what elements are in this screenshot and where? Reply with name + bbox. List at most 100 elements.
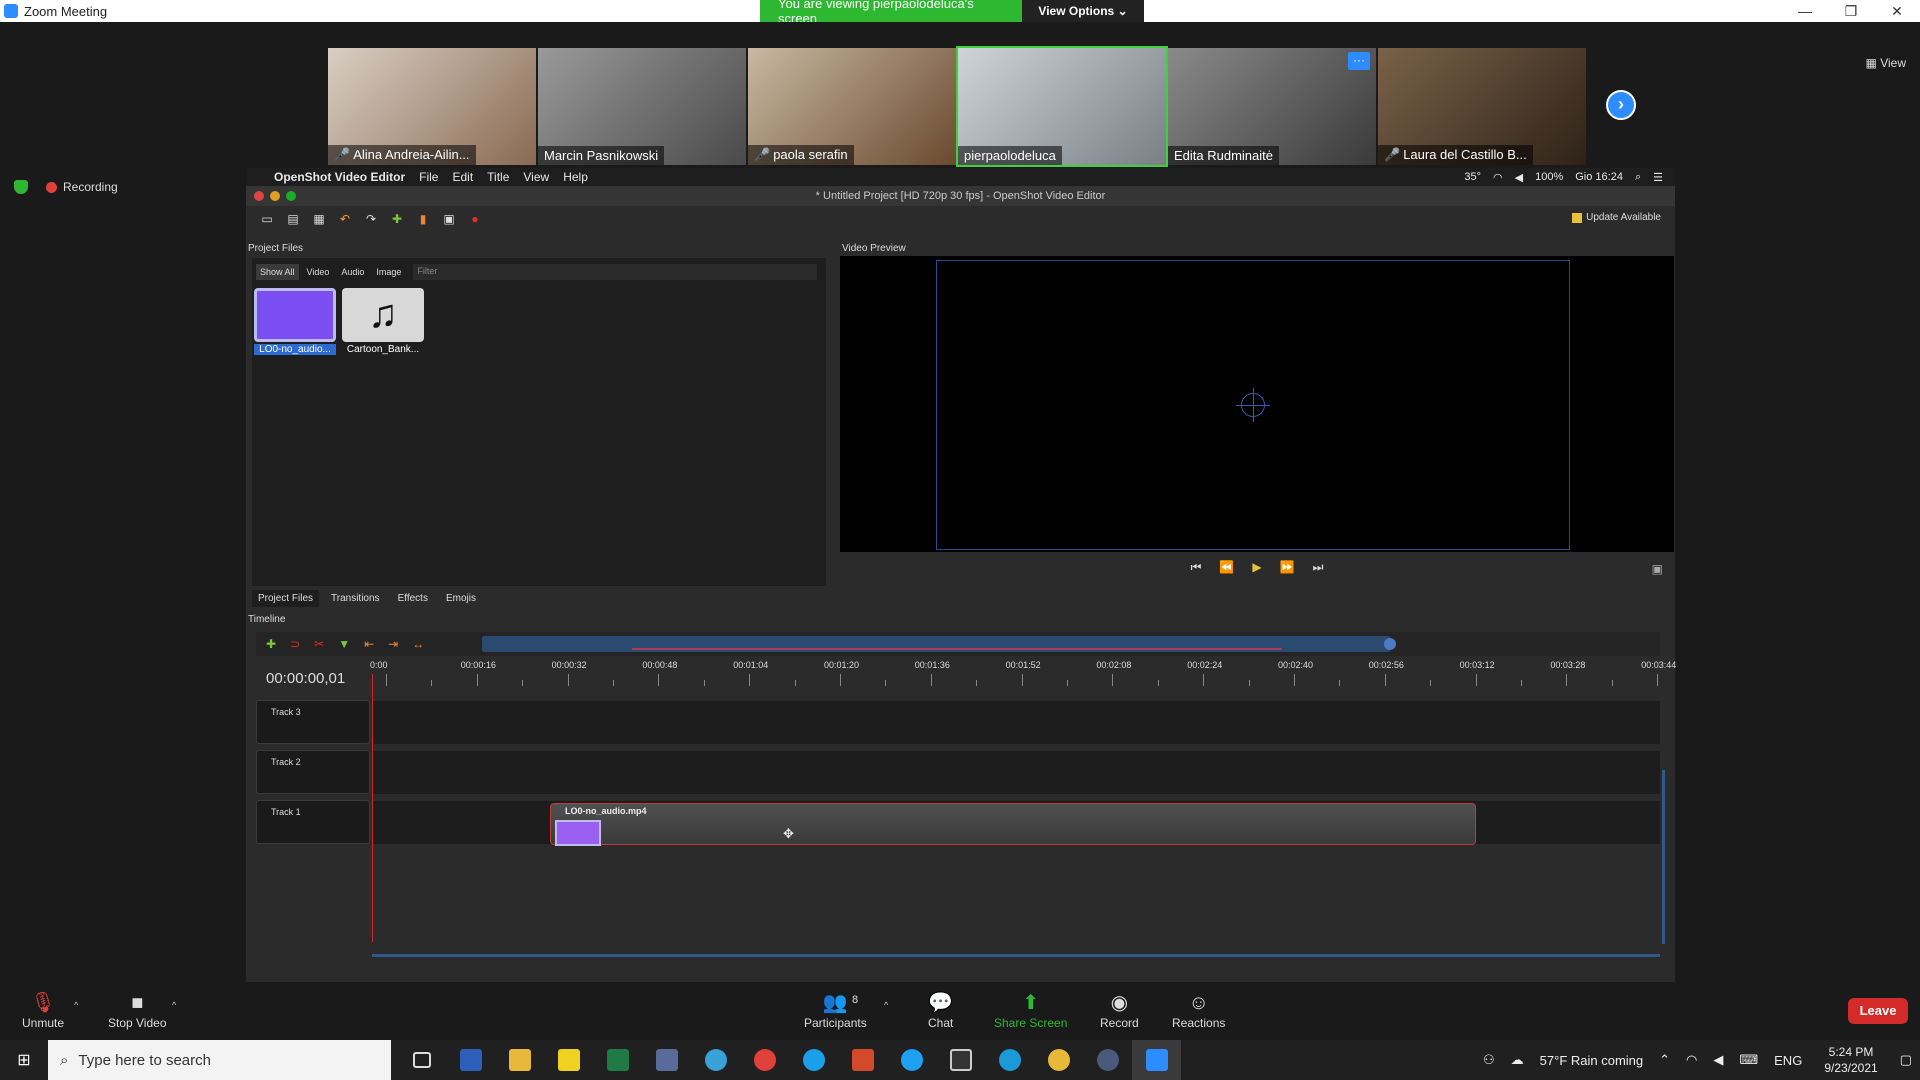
participant-thumb[interactable]: 🎤 paola serafin [748,48,956,165]
track-name[interactable]: Track 1 [256,800,370,844]
audio-caret-icon[interactable]: ^ [74,1000,78,1010]
rewind-icon[interactable]: ⏪ [1219,560,1234,575]
weather-icon[interactable]: ☁ [1511,1052,1524,1068]
menu-title[interactable]: Title [487,170,509,184]
record-button[interactable]: ◉ Record [1100,992,1139,1030]
participant-thumb[interactable]: 🎤 Laura del Castillo B... [1378,48,1586,165]
taskbar-search[interactable]: ⌕ Type here to search [48,1040,391,1080]
camera-app-icon[interactable] [936,1040,985,1080]
view-options-button[interactable]: View Options ⌄ [1022,0,1144,22]
notifications-icon[interactable]: ▢ [1900,1052,1912,1068]
edge-icon[interactable] [985,1040,1034,1080]
minimize-icon[interactable]: — [1782,0,1828,22]
menu-edit[interactable]: Edit [452,170,473,184]
twitter-icon[interactable] [887,1040,936,1080]
skype-icon[interactable] [789,1040,838,1080]
track-lane[interactable]: LO0-no_audio.mp4 ✥ [372,800,1660,846]
close-dot-icon[interactable] [254,191,264,201]
menu-view[interactable]: View [523,170,549,184]
people-icon[interactable]: ⚇ [1483,1052,1495,1068]
track-name[interactable]: Track 2 [256,750,370,794]
word-icon[interactable] [446,1040,495,1080]
timeline-zoom-slider[interactable] [482,636,1396,652]
save-project-icon[interactable]: ▦ [312,212,326,226]
filter-video[interactable]: Video [303,264,334,280]
chrome-alt-icon[interactable] [1034,1040,1083,1080]
keyboard-icon[interactable]: ⌨ [1739,1052,1758,1068]
redo-icon[interactable]: ↷ [364,212,378,226]
view-button[interactable]: ▦ View [1866,56,1906,70]
add-marker-icon[interactable]: ▼ [338,637,350,651]
powerpoint-icon[interactable] [838,1040,887,1080]
language-indicator[interactable]: ENG [1774,1053,1802,1068]
track-lane[interactable] [372,700,1660,744]
import-files-icon[interactable]: ✚ [390,212,404,226]
sticky-notes-icon[interactable] [544,1040,593,1080]
previous-marker-icon[interactable]: ⇤ [364,637,374,651]
play-icon[interactable]: ▶ [1252,560,1261,575]
vertical-scrollbar[interactable] [1662,770,1665,944]
snapping-icon[interactable]: ⊃ [290,637,300,651]
tab-transitions[interactable]: Transitions [325,590,386,607]
network-icon[interactable]: ◠ [1686,1052,1697,1068]
calculator-icon[interactable] [642,1040,691,1080]
jump-start-icon[interactable]: ⏮ [1191,560,1202,575]
participants-caret-icon[interactable]: ^ [884,1000,888,1010]
undo-icon[interactable]: ↶ [338,212,352,226]
file-item-video[interactable]: LO0-no_audio... [254,288,336,355]
playhead[interactable] [372,674,373,942]
taskbar-clock[interactable]: 5:24 PM 9/23/2021 [1824,1044,1877,1076]
task-view-icon[interactable] [397,1040,446,1080]
zoom-app-icon[interactable] [1132,1040,1181,1080]
preview-screen[interactable] [840,256,1674,552]
tab-effects[interactable]: Effects [392,590,434,607]
menu-help[interactable]: Help [563,170,588,184]
recording-indicator[interactable]: Recording [46,180,118,194]
open-project-icon[interactable]: ▤ [286,212,300,226]
filter-show-all[interactable]: Show All [256,264,299,280]
update-available[interactable]: Update Available [1572,212,1661,223]
timeline-clip[interactable]: LO0-no_audio.mp4 ✥ [550,803,1476,846]
crosshair-icon[interactable] [1236,388,1270,422]
tab-emojis[interactable]: Emojis [440,590,482,607]
excel-icon[interactable] [593,1040,642,1080]
new-project-icon[interactable]: ▭ [260,212,274,226]
profile-icon[interactable]: ▮ [416,212,430,226]
next-page-arrow-icon[interactable]: › [1606,90,1636,120]
filter-image[interactable]: Image [372,264,405,280]
export-video-icon[interactable]: ● [468,212,482,226]
next-marker-icon[interactable]: ⇥ [388,637,398,651]
speaker-icon[interactable]: ◀ [1713,1052,1723,1068]
restore-icon[interactable]: ❐ [1828,0,1874,22]
filter-audio[interactable]: Audio [337,264,368,280]
add-track-icon[interactable]: ✚ [266,637,276,651]
more-options-button[interactable]: ··· [1348,52,1370,70]
windows-start-icon[interactable]: ⊞ [0,1050,48,1070]
menu-file[interactable]: File [419,170,438,184]
track-name[interactable]: Track 3 [256,700,370,744]
reactions-button[interactable]: ☺ Reactions [1172,992,1225,1030]
snapshot-camera-icon[interactable]: ▣ [1652,562,1663,576]
track-lane[interactable] [372,750,1660,794]
participant-thumb-active[interactable]: pierpaolodeluca [956,46,1168,167]
razor-icon[interactable]: ✂ [314,637,324,651]
zoom-dot-icon[interactable] [286,191,296,201]
tray-chevron-icon[interactable]: ⌃ [1659,1052,1670,1068]
close-icon[interactable]: ✕ [1874,0,1920,22]
stop-video-button[interactable]: ■ Stop Video [108,992,167,1030]
timeline-ruler[interactable]: 0:00 00:00:16 00:00:32 00:00:48 00:01:04 00:0… [370,660,1676,688]
participant-thumb[interactable]: 🎤 Alina Andreia-Ailin... [328,48,536,165]
participant-thumb[interactable]: ··· Edita Rudminaitė [1168,48,1376,165]
unmute-button[interactable]: 🎙 Unmute [22,992,64,1030]
video-caret-icon[interactable]: ^ [172,1000,176,1010]
encryption-shield-icon[interactable] [14,180,28,194]
zoom-slider-handle[interactable] [1384,638,1396,650]
horizontal-scrollbar[interactable] [372,954,1660,957]
participants-button[interactable]: 👥 8 Participants [804,992,867,1030]
filter-input[interactable]: Filter [413,264,818,280]
jump-end-icon[interactable]: ⏭ [1313,560,1324,575]
steam-icon[interactable] [1083,1040,1132,1080]
weather-text[interactable]: 57°F Rain coming [1540,1053,1643,1068]
leave-button[interactable]: Leave [1848,998,1908,1024]
tab-project-files[interactable]: Project Files [252,590,320,607]
